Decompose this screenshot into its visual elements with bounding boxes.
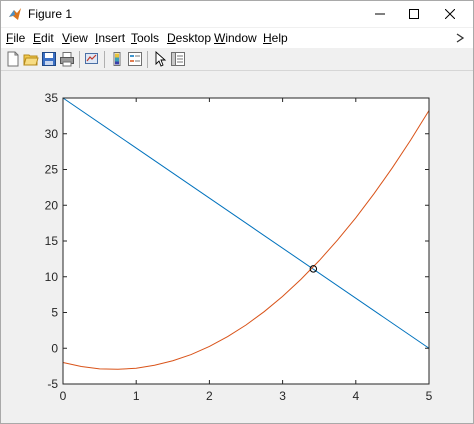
y-tick-label: 30	[45, 127, 59, 141]
window-title: Figure 1	[28, 7, 73, 21]
menu-file[interactable]: File	[6, 31, 25, 45]
property-inspector-icon[interactable]	[170, 51, 186, 67]
colorbar-icon[interactable]	[109, 51, 125, 67]
matlab-logo-icon	[9, 8, 21, 20]
x-tick-label: 4	[352, 389, 359, 403]
new-figure-icon[interactable]	[5, 51, 21, 67]
y-tick-label: -5	[47, 377, 58, 391]
print-icon[interactable]	[59, 51, 75, 67]
y-tick-label: 5	[51, 306, 58, 320]
legend-icon[interactable]	[127, 51, 143, 67]
dock-arrow-icon[interactable]	[455, 32, 465, 44]
line-plot[interactable]: 0 1 2 3 4 5-505101520253035	[1, 71, 473, 423]
y-tick-label: 20	[45, 198, 59, 212]
x-tick-label: 0	[60, 389, 67, 403]
x-tick-label: 1	[133, 389, 140, 403]
save-icon[interactable]	[41, 51, 57, 67]
y-tick-label: 35	[45, 91, 59, 105]
menu-bar: File Edit View Insert Tools Desktop Wind…	[1, 28, 473, 48]
y-tick-label: 10	[45, 270, 59, 284]
toolbar	[1, 48, 473, 71]
figure-window: Figure 1 File Edit View Insert Tools Des…	[0, 0, 474, 424]
menu-desktop[interactable]: Desktop	[167, 31, 211, 45]
menu-view[interactable]: View	[62, 31, 88, 45]
toolbar-separator	[104, 51, 105, 68]
plot-area	[63, 98, 429, 384]
figure-canvas: 0 1 2 3 4 5 -5 0 5 10 15 20 25 30 35	[1, 71, 473, 423]
menu-insert[interactable]: Insert	[95, 31, 125, 45]
y-tick-label: 25	[45, 163, 59, 177]
toolbar-separator	[79, 51, 80, 68]
edit-plot-cursor-icon[interactable]	[152, 51, 168, 67]
menu-window[interactable]: Window	[214, 31, 257, 45]
close-icon	[445, 9, 455, 19]
y-tick-label: 15	[45, 234, 59, 248]
maximize-icon	[409, 9, 419, 19]
minimize-icon	[375, 13, 385, 15]
title-bar[interactable]: Figure 1	[1, 1, 473, 27]
toolbar-separator	[147, 51, 148, 68]
x-tick-label: 2	[206, 389, 213, 403]
y-tick-label: 0	[51, 341, 58, 355]
menu-tools[interactable]: Tools	[131, 31, 159, 45]
menu-edit[interactable]: Edit	[33, 31, 54, 45]
close-button[interactable]	[427, 1, 473, 27]
x-tick-label: 5	[426, 389, 433, 403]
menu-help[interactable]: Help	[263, 31, 288, 45]
link-plot-icon[interactable]	[84, 51, 100, 67]
x-tick-label: 3	[279, 389, 286, 403]
open-file-icon[interactable]	[23, 51, 39, 67]
